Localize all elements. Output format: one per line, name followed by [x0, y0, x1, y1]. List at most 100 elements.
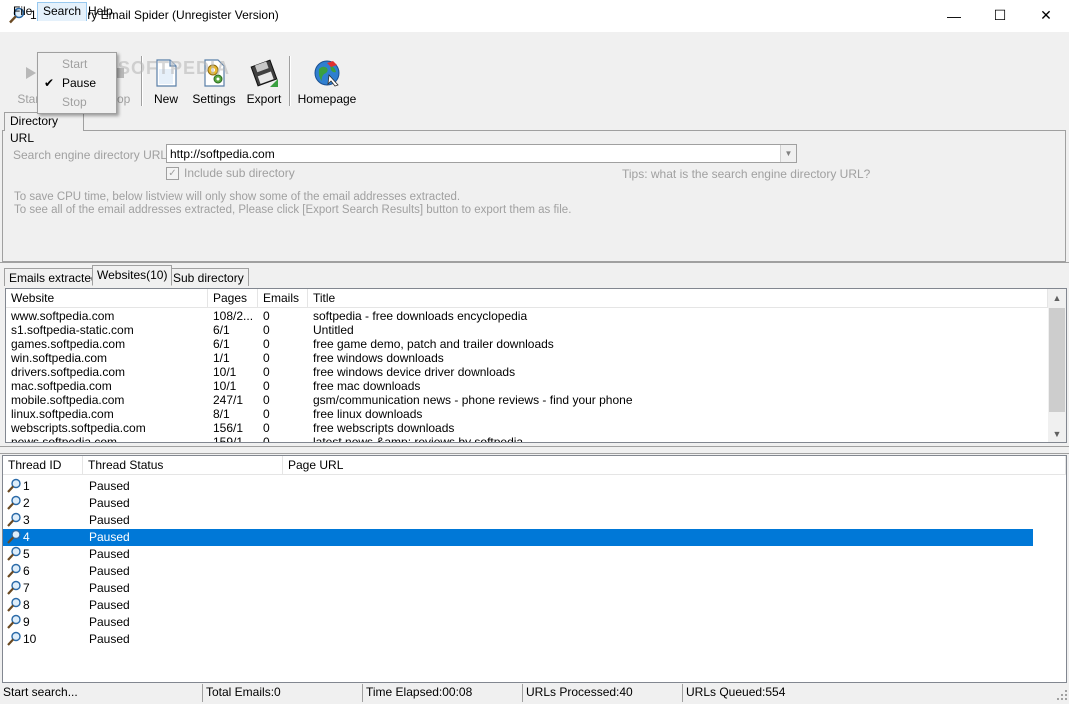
column-header-title[interactable]: Title — [308, 289, 1048, 308]
cell-emails: 0 — [263, 323, 270, 337]
new-label: New — [153, 92, 178, 106]
url-value: http://softpedia.com — [170, 147, 275, 161]
chevron-down-icon[interactable]: ▼ — [1048, 425, 1066, 442]
menu-search[interactable]: Search — [37, 2, 88, 21]
menu-file[interactable]: File — [8, 2, 37, 21]
table-row[interactable]: 7 Paused — [3, 580, 1033, 597]
floppy-disk-icon — [248, 57, 280, 89]
table-row[interactable]: 6 Paused — [3, 563, 1033, 580]
column-header-pages[interactable]: Pages — [208, 289, 258, 308]
splitter[interactable] — [0, 446, 1069, 454]
homepage-button[interactable]: Homepage — [298, 53, 356, 107]
cell-emails: 0 — [263, 435, 270, 443]
cell-website: www.softpedia.com — [11, 309, 115, 323]
table-row[interactable]: 9 Paused — [3, 614, 1033, 631]
column-header-website[interactable]: Website — [6, 289, 208, 308]
tips-link[interactable]: Tips: what is the search engine director… — [622, 167, 870, 181]
table-row[interactable]: 3 Paused — [3, 512, 1033, 529]
status-urls-queued: URLs Queued:554 — [686, 685, 786, 699]
cell-website: drivers.softpedia.com — [11, 365, 126, 379]
websites-list[interactable]: Website Pages Emails Title www.softpedia… — [5, 288, 1067, 443]
export-button[interactable]: Export — [244, 53, 284, 107]
cell-pages: 10/1 — [213, 365, 237, 379]
cell-thread-id: 1 — [23, 479, 30, 493]
chevron-down-icon[interactable]: ▼ — [780, 145, 796, 162]
table-row[interactable]: win.softpedia.com 1/1 0 free windows downlo… — [6, 351, 1048, 365]
scrollbar-thumb[interactable] — [1049, 308, 1065, 412]
maximize-button[interactable]: ☐ — [977, 0, 1023, 31]
table-row[interactable]: 8 Paused — [3, 597, 1033, 614]
cell-website: linux.softpedia.com — [11, 407, 114, 421]
table-row[interactable]: 5 Paused — [3, 546, 1033, 563]
menu-item-start-label: Start — [62, 57, 88, 71]
table-row[interactable]: www.softpedia.com 108/2... 0 softpedia - fr… — [6, 309, 1048, 323]
resize-grip-icon[interactable] — [1056, 689, 1068, 701]
include-sub-checkbox[interactable]: ✓ — [166, 167, 179, 180]
tab-directory-url[interactable]: Directory URL — [4, 112, 84, 145]
cell-thread-id: 8 — [23, 598, 30, 612]
table-row[interactable]: mac.softpedia.com 10/1 0 free mac downloads — [6, 379, 1048, 393]
menu-item-stop[interactable]: Stop — [38, 93, 116, 112]
minimize-button[interactable]: — — [931, 0, 977, 31]
threads-list-header: Thread ID Thread Status Page URL — [3, 456, 1066, 475]
column-header-emails[interactable]: Emails — [258, 289, 308, 308]
table-row[interactable]: 2 Paused — [3, 495, 1033, 512]
cell-emails: 0 — [263, 379, 270, 393]
cell-emails: 0 — [263, 407, 270, 421]
tab-emails-extracted[interactable]: Emails extracted — [4, 268, 103, 286]
cell-thread-id: 3 — [23, 513, 30, 527]
cell-website: mobile.softpedia.com — [11, 393, 125, 407]
cell-thread-status: Paused — [89, 632, 130, 646]
tab-sub-directory[interactable]: Sub directory — [168, 268, 249, 286]
cell-thread-id: 4 — [23, 530, 30, 544]
cell-title: latest news &amp; reviews by softpedia — [313, 435, 524, 443]
table-row[interactable]: 1 Paused — [3, 478, 1033, 495]
url-combobox[interactable]: http://softpedia.com ▼ — [166, 144, 797, 163]
column-header-thread-id[interactable]: Thread ID — [3, 456, 83, 475]
cell-website: games.softpedia.com — [11, 337, 126, 351]
status-urls-processed: URLs Processed:40 — [523, 684, 683, 702]
column-header-page-url[interactable]: Page URL — [283, 456, 1066, 475]
table-row[interactable]: 4 Paused — [3, 529, 1033, 546]
table-row[interactable]: drivers.softpedia.com 10/1 0 free windows d… — [6, 365, 1048, 379]
maximize-icon: ☐ — [993, 7, 1007, 23]
chevron-up-icon[interactable]: ▲ — [1048, 289, 1066, 306]
cell-website: webscripts.softpedia.com — [11, 421, 146, 435]
tab-websites[interactable]: Websites(10) — [92, 265, 173, 286]
table-row[interactable]: 10 Paused — [3, 631, 1033, 648]
cell-thread-status: Paused — [89, 598, 130, 612]
include-sub-label: Include sub directory — [184, 166, 295, 180]
cell-pages: 10/1 — [213, 379, 237, 393]
table-row[interactable]: games.softpedia.com 6/1 0 free game demo, p… — [6, 337, 1048, 351]
menu-item-stop-label: Stop — [62, 95, 87, 109]
cell-pages: 159/1 — [213, 435, 244, 443]
menu-item-start[interactable]: Start — [38, 55, 116, 74]
cell-emails: 0 — [263, 351, 270, 365]
table-row[interactable]: linux.softpedia.com 8/1 0 free linux downlo… — [6, 407, 1048, 421]
cell-title: free mac downloads — [313, 379, 421, 393]
url-label: Search engine directory URL: — [13, 148, 171, 162]
status-time-elapsed: Time Elapsed:00:08 — [363, 684, 523, 702]
table-row[interactable]: mobile.softpedia.com 247/1 0 gsm/communicat… — [6, 393, 1048, 407]
settings-label: Settings — [192, 92, 236, 106]
close-button[interactable]: ✕ — [1023, 0, 1069, 31]
column-header-thread-status[interactable]: Thread Status — [83, 456, 283, 475]
table-row[interactable]: s1.softpedia-static.com 6/1 0 Untitled — [6, 323, 1048, 337]
threads-list[interactable]: Thread ID Thread Status Page URL 1 Paused… — [2, 455, 1067, 683]
table-row[interactable]: webscripts.softpedia.com 156/1 0 free websc… — [6, 421, 1048, 435]
cell-title: free game demo, patch and trailer downlo… — [313, 337, 554, 351]
cell-title: free webscripts downloads — [313, 421, 455, 435]
cell-thread-status: Paused — [89, 615, 130, 629]
cell-emails: 0 — [263, 393, 270, 407]
info-text-2: To see all of the email addresses extrac… — [14, 204, 572, 216]
cell-website: win.softpedia.com — [11, 351, 108, 365]
menu-help[interactable]: Help — [83, 2, 118, 21]
cell-title: gsm/communication news - phone reviews -… — [313, 393, 633, 407]
cell-thread-status: Paused — [89, 564, 130, 578]
menu-item-pause[interactable]: ✔ Pause — [38, 74, 116, 93]
close-icon: ✕ — [1040, 7, 1052, 23]
websites-scrollbar[interactable]: ▲ ▼ — [1048, 289, 1066, 442]
cell-title: softpedia - free downloads encyclopedia — [313, 309, 528, 323]
cell-thread-status: Paused — [89, 496, 130, 510]
table-row[interactable]: news.softpedia.com 159/1 0 latest news &amp… — [6, 435, 1048, 443]
